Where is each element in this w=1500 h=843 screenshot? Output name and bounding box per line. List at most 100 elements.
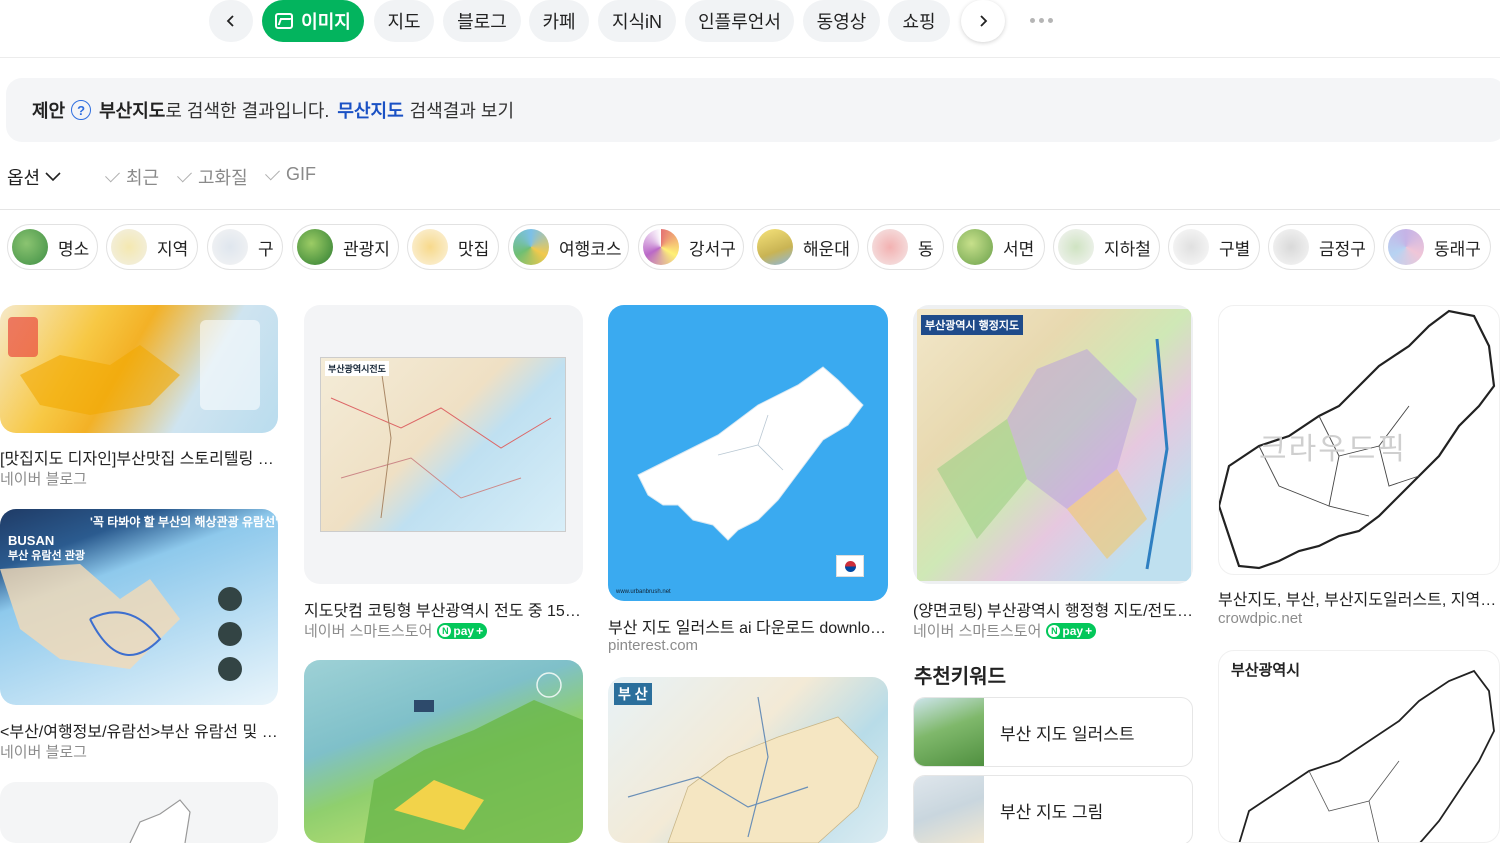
options-row: 옵션 최근 고화질 GIF: [0, 160, 1500, 210]
chip-item[interactable]: 구: [207, 224, 283, 270]
result-image[interactable]: 부산광역시 행정지도: [913, 305, 1193, 584]
map-illustration-icon: [8, 317, 260, 415]
npay-plus-icon: +: [1085, 623, 1093, 638]
tour-map-label: 부 산: [614, 683, 652, 705]
result-image[interactable]: 부 산: [608, 677, 888, 843]
result-source-text: 네이버 스마트스토어: [304, 623, 433, 640]
tab-blog[interactable]: 블로그: [443, 0, 521, 42]
result-image[interactable]: [304, 660, 583, 843]
admin-map-label: 부산광역시 행정지도: [921, 315, 1024, 335]
result-source[interactable]: pinterest.com: [608, 637, 698, 654]
filter-hd[interactable]: 고화질: [177, 164, 248, 190]
watermark-text: 크라우드픽: [1259, 433, 1407, 466]
result-source[interactable]: 네이버 스마트스토어 Npay +: [913, 620, 1097, 641]
check-icon: [265, 165, 280, 180]
chevron-right-icon: [980, 15, 988, 27]
district-map-label: 부산광역시: [1231, 662, 1301, 679]
chip-item[interactable]: 지역: [106, 224, 198, 270]
tab-influencer[interactable]: 인플루언서: [685, 0, 794, 42]
tab-kin[interactable]: 지식iN: [598, 0, 676, 42]
result-caption[interactable]: 부산 지도 일러스트 ai 다운로드 downloa...: [608, 614, 888, 638]
result-image[interactable]: [0, 305, 278, 433]
chip-item[interactable]: 맛집: [407, 224, 499, 270]
chip-item[interactable]: 동: [867, 224, 944, 270]
chip-thumbnail: [757, 229, 793, 265]
npay-badge: Npay +: [437, 622, 488, 639]
result-source-text: 네이버 스마트스토어: [913, 623, 1042, 640]
tab-map[interactable]: 지도: [374, 0, 434, 42]
illustrated-map-icon: [364, 672, 583, 843]
chip-label: 여행코스: [559, 239, 622, 259]
chip-label: 금정구: [1319, 239, 1366, 259]
chip-item[interactable]: 동래구: [1383, 224, 1491, 270]
original-query-link[interactable]: 무산지도: [337, 97, 403, 123]
result-image[interactable]: 크라우드픽: [1218, 305, 1500, 575]
filter-label: 고화질: [198, 168, 248, 188]
image-icon: [275, 13, 294, 29]
chip-item[interactable]: 금정구: [1268, 224, 1375, 270]
recommend-thumbnail: [914, 698, 984, 766]
suggestion-keyword: 부산지도: [99, 101, 166, 121]
chevron-left-icon: [226, 15, 234, 27]
npay-label: pay: [1062, 623, 1084, 638]
tab-label: 지식iN: [611, 12, 663, 32]
chip-item[interactable]: 강서구: [638, 224, 744, 270]
result-source[interactable]: 네이버 블로그: [0, 741, 87, 762]
chip-label: 관광지: [343, 239, 390, 259]
result-caption[interactable]: (양면코팅) 부산광역시 행정형 지도/전도 - ...: [913, 597, 1193, 621]
chip-label: 서면: [1003, 239, 1035, 259]
options-toggle[interactable]: 옵션: [7, 164, 61, 190]
result-image-title: '꼭 타봐야 할 부산의 해상관광 유람선': [90, 515, 278, 529]
chip-item[interactable]: 명소: [7, 224, 98, 270]
chip-label: 해운대: [803, 239, 850, 259]
original-query-tail[interactable]: 검색결과 보기: [410, 97, 514, 123]
chip-thumbnail: [1058, 229, 1094, 265]
chevron-down-icon: [45, 172, 61, 182]
chip-label: 맛집: [458, 239, 490, 259]
result-source[interactable]: crowdpic.net: [1218, 610, 1302, 627]
chip-thumbnail: [412, 229, 448, 265]
tabs-next-button[interactable]: [961, 0, 1005, 42]
recommend-item[interactable]: 부산 지도 일러스트: [913, 697, 1193, 767]
more-menu-icon[interactable]: [1030, 10, 1058, 30]
result-image[interactable]: [0, 782, 278, 843]
recommend-item[interactable]: 부산 지도 그림: [913, 775, 1193, 843]
chip-item[interactable]: 해운대: [752, 224, 859, 270]
chip-item[interactable]: 지하철: [1053, 224, 1160, 270]
chip-thumbnail: [957, 229, 993, 265]
chip-label: 동: [918, 239, 934, 259]
chip-item[interactable]: 구별: [1168, 224, 1260, 270]
chip-item[interactable]: 서면: [952, 224, 1045, 270]
tab-cafe[interactable]: 카페: [529, 0, 589, 42]
result-caption[interactable]: 부산지도, 부산, 부산지도일러스트, 지역지...: [1218, 586, 1500, 610]
filter-gif[interactable]: GIF: [265, 164, 316, 185]
chip-thumbnail: [1273, 229, 1309, 265]
tabs-prev-button[interactable]: [209, 0, 253, 42]
chip-thumbnail: [1173, 229, 1209, 265]
result-source[interactable]: 네이버 블로그: [0, 468, 87, 489]
check-icon: [105, 167, 120, 183]
result-caption[interactable]: 지도닷컴 코팅형 부산광역시 전도 중 150 x...: [304, 597, 583, 621]
result-image[interactable]: 부산광역시: [1218, 650, 1500, 843]
result-caption[interactable]: [맛집지도 디자인]부산맛집 스토리텔링 지도: [0, 445, 278, 469]
search-tab-bar: 이미지 지도 블로그 카페 지식iN 인플루언서 동영상 쇼핑: [0, 0, 1500, 58]
chip-thumbnail: [513, 229, 549, 265]
tab-image[interactable]: 이미지: [262, 0, 364, 42]
chip-label: 지역: [157, 239, 189, 259]
tab-video[interactable]: 동영상: [803, 0, 880, 42]
chip-label: 구: [258, 239, 274, 259]
chip-item[interactable]: 관광지: [292, 224, 399, 270]
result-image[interactable]: www.urbanbrush.net: [608, 305, 888, 601]
result-image[interactable]: '꼭 타봐야 할 부산의 해상관광 유람선' BUSAN 부산 유람선 관광: [0, 509, 278, 705]
tab-shopping[interactable]: 쇼핑: [888, 0, 950, 42]
road-lines-icon: [330, 367, 552, 519]
help-icon[interactable]: ?: [71, 100, 92, 120]
result-caption[interactable]: <부산/여행정보/유람선>부산 유람선 및 코...: [0, 718, 278, 742]
chip-item[interactable]: 여행코스: [508, 224, 629, 270]
result-image[interactable]: 부산광역시전도: [304, 305, 583, 584]
tab-label: 지도: [387, 12, 421, 32]
tab-label: 동영상: [816, 12, 867, 32]
result-source[interactable]: 네이버 스마트스토어 Npay +: [304, 620, 488, 641]
related-chips: 명소 지역 구 관광지 맛집 여행코스 강서구 해운대 동 서면 지하철 구별 …: [0, 224, 1500, 272]
filter-recent[interactable]: 최근: [105, 164, 159, 190]
